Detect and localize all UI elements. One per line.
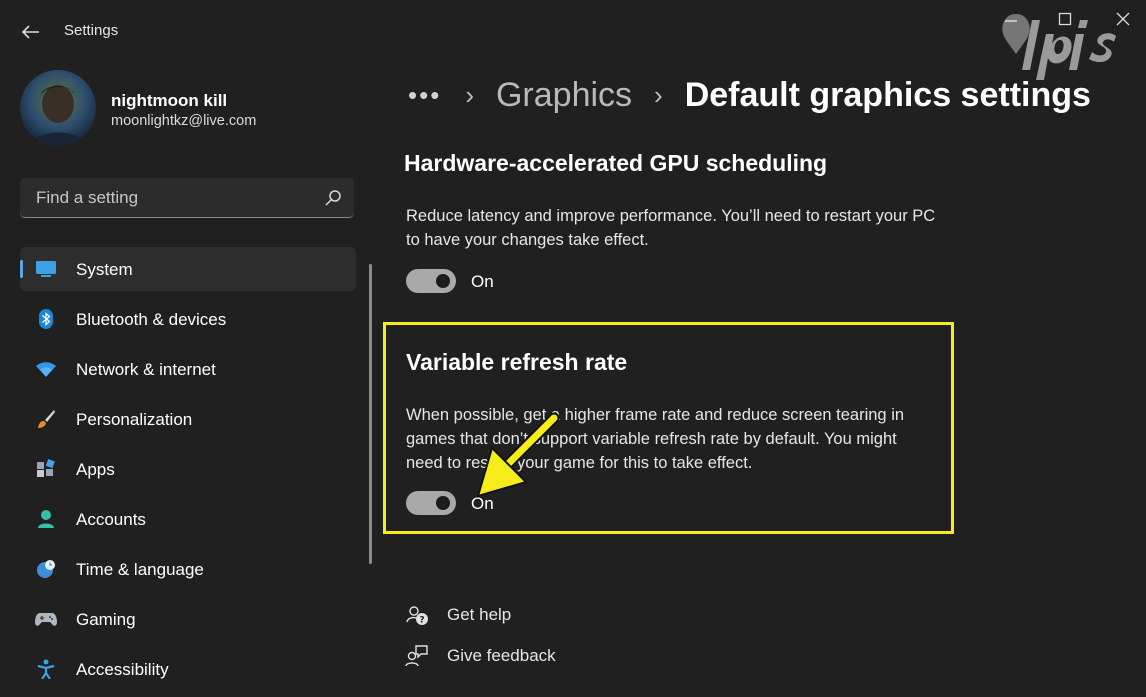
- sidebar-item-apps[interactable]: Apps: [20, 447, 356, 491]
- apps-icon: [35, 459, 57, 479]
- back-arrow-icon: [22, 25, 39, 39]
- page-title: Default graphics settings: [684, 75, 1091, 114]
- watermark-logo: [1002, 14, 1116, 80]
- bluetooth-icon: [35, 309, 57, 329]
- breadcrumb-more-button[interactable]: •••: [408, 80, 441, 111]
- sidebar-item-network[interactable]: Network & internet: [20, 347, 356, 391]
- chevron-right-icon: ›: [654, 79, 663, 110]
- globe-clock-icon: [35, 559, 57, 579]
- sidebar-item-label: Network & internet: [76, 360, 216, 379]
- sidebar-item-bluetooth[interactable]: Bluetooth & devices: [20, 297, 356, 341]
- search-box[interactable]: [20, 178, 354, 218]
- sidebar-item-label: Time & language: [76, 560, 204, 579]
- give-feedback-label: Give feedback: [447, 646, 556, 665]
- sidebar-item-accounts[interactable]: Accounts: [20, 497, 356, 541]
- sidebar-item-label: System: [76, 260, 133, 279]
- selection-indicator: [20, 260, 23, 278]
- gpu-scheduling-description: Reduce latency and improve performance. …: [406, 204, 935, 252]
- sidebar-item-label: Personalization: [76, 410, 193, 429]
- vrr-toggle[interactable]: [406, 491, 456, 515]
- gpu-scheduling-title: Hardware-accelerated GPU scheduling: [404, 150, 828, 176]
- sidebar-item-label: Accounts: [76, 510, 146, 529]
- toggle-knob: [436, 274, 450, 288]
- search-input[interactable]: [34, 186, 308, 210]
- sidebar-item-label: Accessibility: [76, 660, 169, 679]
- sidebar-item-system[interactable]: System: [20, 247, 356, 291]
- help-icon: ?: [406, 606, 428, 626]
- sidebar-item-gaming[interactable]: Gaming: [20, 597, 356, 641]
- sidebar-item-time-language[interactable]: Time & language: [20, 547, 356, 591]
- gpu-scheduling-state: On: [471, 272, 494, 291]
- breadcrumb: ••• › Graphics › Default graphics settin…: [408, 73, 1091, 117]
- back-button[interactable]: [14, 18, 48, 46]
- user-email: moonlightkz@live.com: [111, 113, 257, 129]
- toggle-knob: [436, 496, 450, 510]
- gamepad-icon: [35, 609, 57, 629]
- sidebar-scrollbar[interactable]: [369, 264, 372, 564]
- get-help-link[interactable]: ? Get help: [405, 600, 545, 630]
- vrr-title: Variable refresh rate: [406, 349, 628, 375]
- breadcrumb-parent-link[interactable]: Graphics: [496, 76, 632, 115]
- gpu-scheduling-toggle[interactable]: [406, 269, 456, 293]
- chevron-right-icon: ›: [465, 79, 474, 110]
- search-icon[interactable]: [324, 189, 342, 207]
- sidebar-nav: System Bluetooth & devices Network & int…: [20, 247, 356, 697]
- get-help-label: Get help: [447, 605, 512, 624]
- sidebar-item-label: Bluetooth & devices: [76, 310, 227, 329]
- accessibility-icon: [35, 659, 57, 679]
- wifi-icon: [35, 359, 57, 379]
- brush-icon: [35, 409, 57, 429]
- give-feedback-link[interactable]: Give feedback: [405, 641, 575, 671]
- sidebar-item-accessibility[interactable]: Accessibility: [20, 647, 356, 691]
- feedback-icon: [405, 645, 428, 667]
- svg-text:?: ?: [419, 616, 424, 626]
- description-line: Reduce latency and improve performance. …: [406, 207, 936, 225]
- avatar: [20, 70, 96, 146]
- sidebar-item-personalization[interactable]: Personalization: [20, 397, 356, 441]
- system-icon: [35, 259, 57, 279]
- user-name: nightmoon kill: [111, 91, 228, 110]
- annotation-arrow-icon: [476, 412, 560, 498]
- sidebar-item-label: Gaming: [76, 610, 136, 629]
- title-bar: Settings: [0, 0, 1146, 80]
- description-line: to have your changes take effect.: [406, 231, 649, 249]
- sidebar-item-label: Apps: [76, 460, 115, 479]
- app-title: Settings: [64, 22, 119, 39]
- account-icon: [35, 509, 57, 529]
- user-profile[interactable]: nightmoon kill moonlightkz@live.com: [20, 70, 350, 148]
